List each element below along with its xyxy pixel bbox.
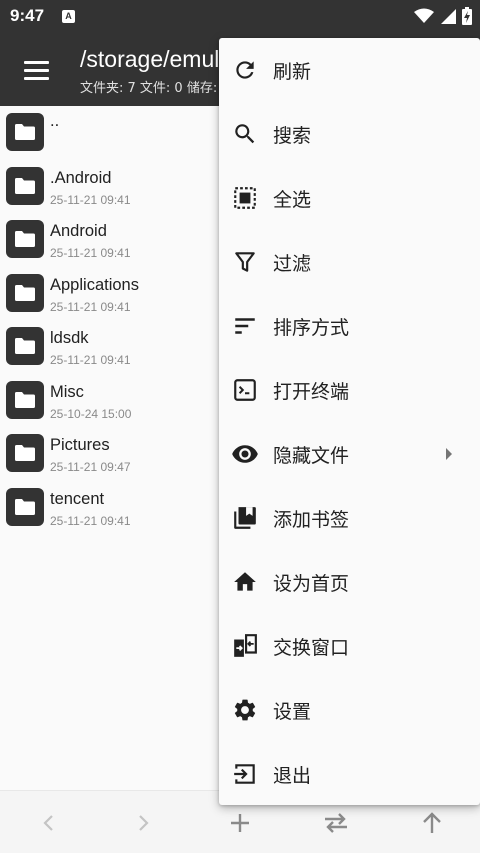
menu-item-search[interactable]: 搜索	[219, 102, 480, 166]
folder-icon	[6, 113, 44, 151]
menu-item-select-all[interactable]: 全选	[219, 166, 480, 230]
menu-item-add-bookmark[interactable]: 添加书签	[219, 486, 480, 550]
hamburger-menu-icon[interactable]	[20, 54, 54, 88]
bookmark-icon	[231, 504, 259, 532]
search-icon	[231, 120, 259, 148]
menu-item-terminal[interactable]: 打开终端	[219, 358, 480, 422]
menu-item-hidden-files[interactable]: 隐藏文件	[219, 422, 480, 486]
menu-item-set-home[interactable]: 设为首页	[219, 550, 480, 614]
file-name: .Android	[50, 168, 112, 187]
menu-item-refresh[interactable]: 刷新	[219, 38, 480, 102]
menu-item-swap-window[interactable]: 交换窗口	[219, 614, 480, 678]
folder-icon	[6, 273, 44, 312]
swap-window-icon	[231, 632, 259, 660]
file-date: 25-10-24 15:00	[50, 406, 132, 421]
submenu-arrow-icon	[446, 448, 452, 460]
menu-label: 设置	[273, 701, 312, 723]
add-icon[interactable]	[225, 808, 255, 838]
file-name: Pictures	[50, 436, 110, 454]
file-date: 25-11-21 09:41	[50, 299, 131, 314]
folder-icon	[6, 487, 44, 526]
menu-label: 设为首页	[273, 573, 350, 595]
folder-icon	[6, 220, 44, 258]
folder-icon	[6, 327, 44, 365]
file-name: tencent	[50, 489, 105, 508]
menu-item-filter[interactable]: 过滤	[219, 230, 480, 294]
menu-label: 过滤	[273, 253, 312, 275]
exit-icon	[231, 760, 259, 788]
overflow-menu: 刷新 搜索 全选 过滤 排序方式 打开终端 隐藏文件 添加书签 设为首页 交换窗…	[219, 38, 480, 805]
menu-item-settings[interactable]: 设置	[219, 678, 480, 742]
menu-item-sort[interactable]: 排序方式	[219, 294, 480, 358]
status-icons	[414, 7, 472, 29]
forward-icon[interactable]	[129, 808, 159, 838]
file-name: Android	[50, 222, 107, 240]
up-icon[interactable]	[417, 808, 447, 838]
menu-label: 全选	[273, 189, 312, 211]
menu-label: 隐藏文件	[273, 445, 350, 467]
wifi-icon	[414, 8, 434, 28]
settings-icon	[231, 696, 259, 724]
file-name: ..	[50, 112, 60, 130]
menu-label: 交换窗口	[273, 637, 350, 659]
menu-label: 刷新	[273, 61, 312, 83]
file-date: 25-11-21 09:47	[50, 460, 131, 474]
notification-app-icon: A	[62, 10, 75, 23]
menu-item-exit[interactable]: 退出	[219, 742, 480, 806]
file-date: 25-11-21 09:41	[50, 192, 131, 207]
eye-icon	[231, 440, 259, 468]
file-name: Misc	[50, 382, 84, 401]
back-icon[interactable]	[33, 808, 63, 838]
signal-icon	[440, 8, 456, 28]
folder-icon	[6, 380, 44, 419]
menu-label: 打开终端	[273, 381, 350, 403]
menu-label: 排序方式	[273, 317, 350, 339]
status-bar: 9:47 A	[0, 0, 480, 34]
file-date: 25-11-21 09:41	[50, 513, 131, 528]
filter-icon	[231, 248, 259, 276]
menu-label: 退出	[273, 765, 312, 787]
home-icon	[231, 568, 259, 596]
refresh-icon	[231, 56, 259, 84]
file-date: 25-11-21 09:41	[50, 353, 131, 367]
file-name: Applications	[50, 275, 139, 294]
file-date: 25-11-21 09:41	[50, 246, 131, 260]
folder-icon	[6, 166, 44, 205]
status-time: 9:47	[10, 6, 45, 25]
menu-label: 搜索	[273, 125, 312, 147]
battery-charging-icon	[462, 7, 472, 29]
menu-label: 添加书签	[273, 509, 350, 531]
terminal-icon	[231, 376, 259, 404]
sort-icon	[231, 312, 259, 340]
file-name: ldsdk	[50, 329, 89, 347]
select-all-icon	[231, 184, 259, 212]
folder-icon	[6, 434, 44, 472]
swap-icon[interactable]	[321, 808, 351, 838]
